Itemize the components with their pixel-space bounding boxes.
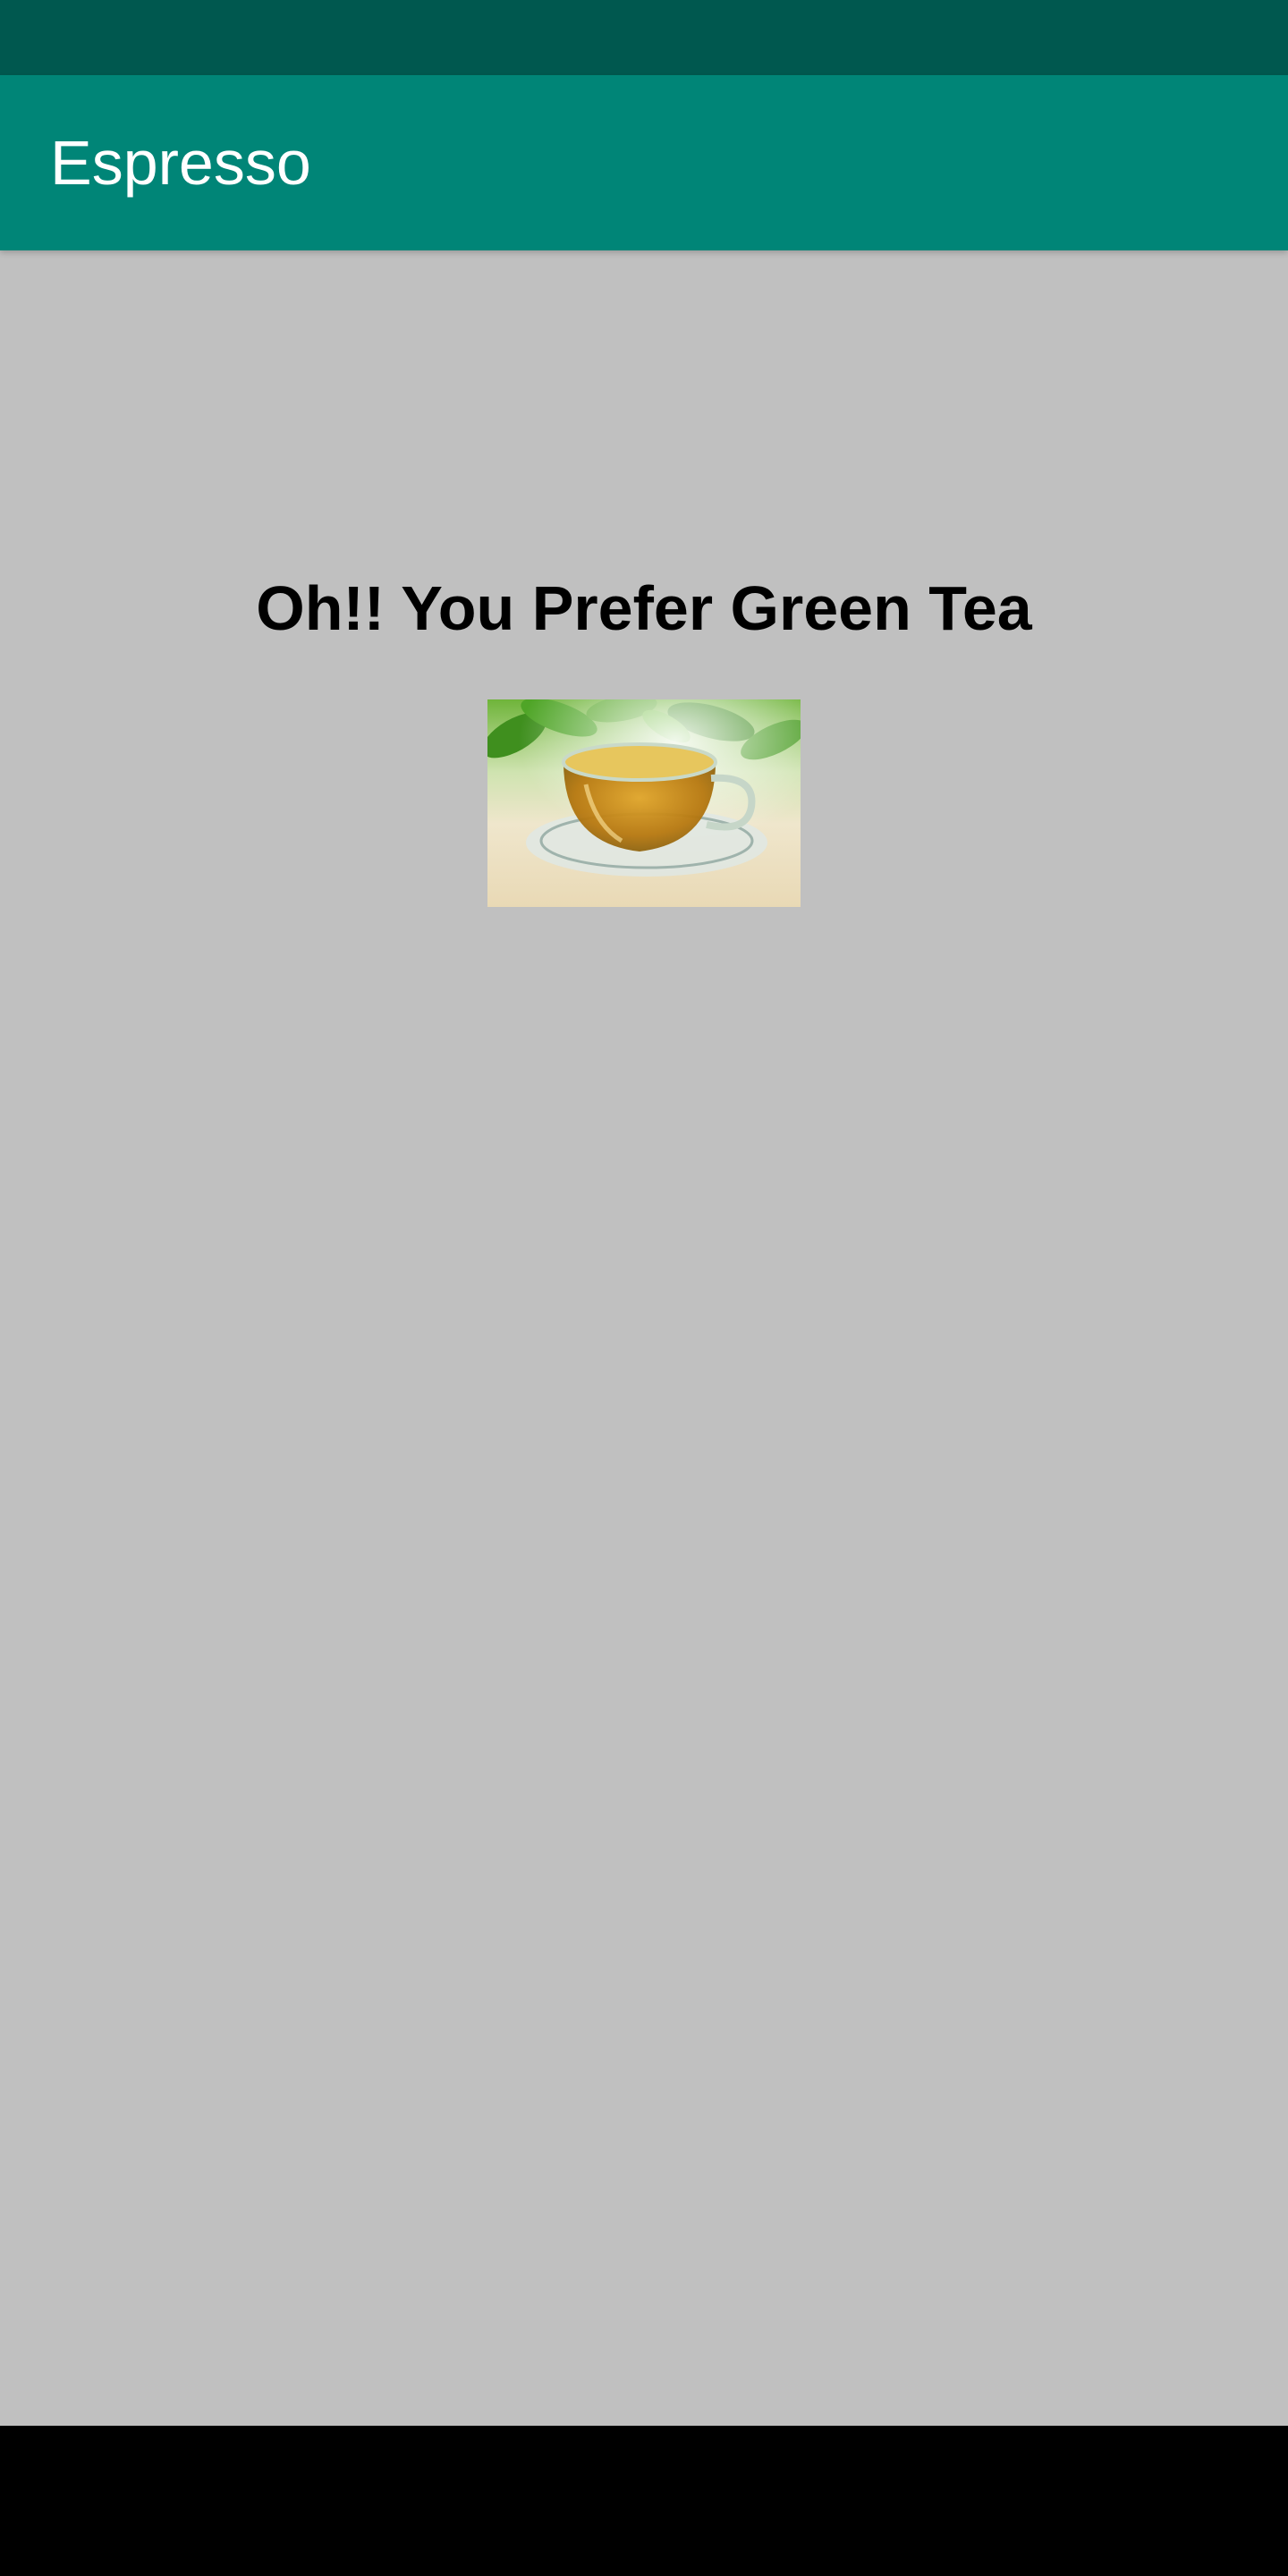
app-title: Espresso xyxy=(50,128,311,198)
result-headline: Oh!! You Prefer Green Tea xyxy=(256,573,1032,643)
green-tea-image xyxy=(487,699,801,907)
app-screen: Espresso Oh!! You Prefer Green Tea xyxy=(0,0,1288,2576)
navigation-bar xyxy=(0,2426,1288,2576)
status-bar xyxy=(0,0,1288,75)
app-bar: Espresso xyxy=(0,75,1288,250)
main-content: Oh!! You Prefer Green Tea xyxy=(0,250,1288,2426)
